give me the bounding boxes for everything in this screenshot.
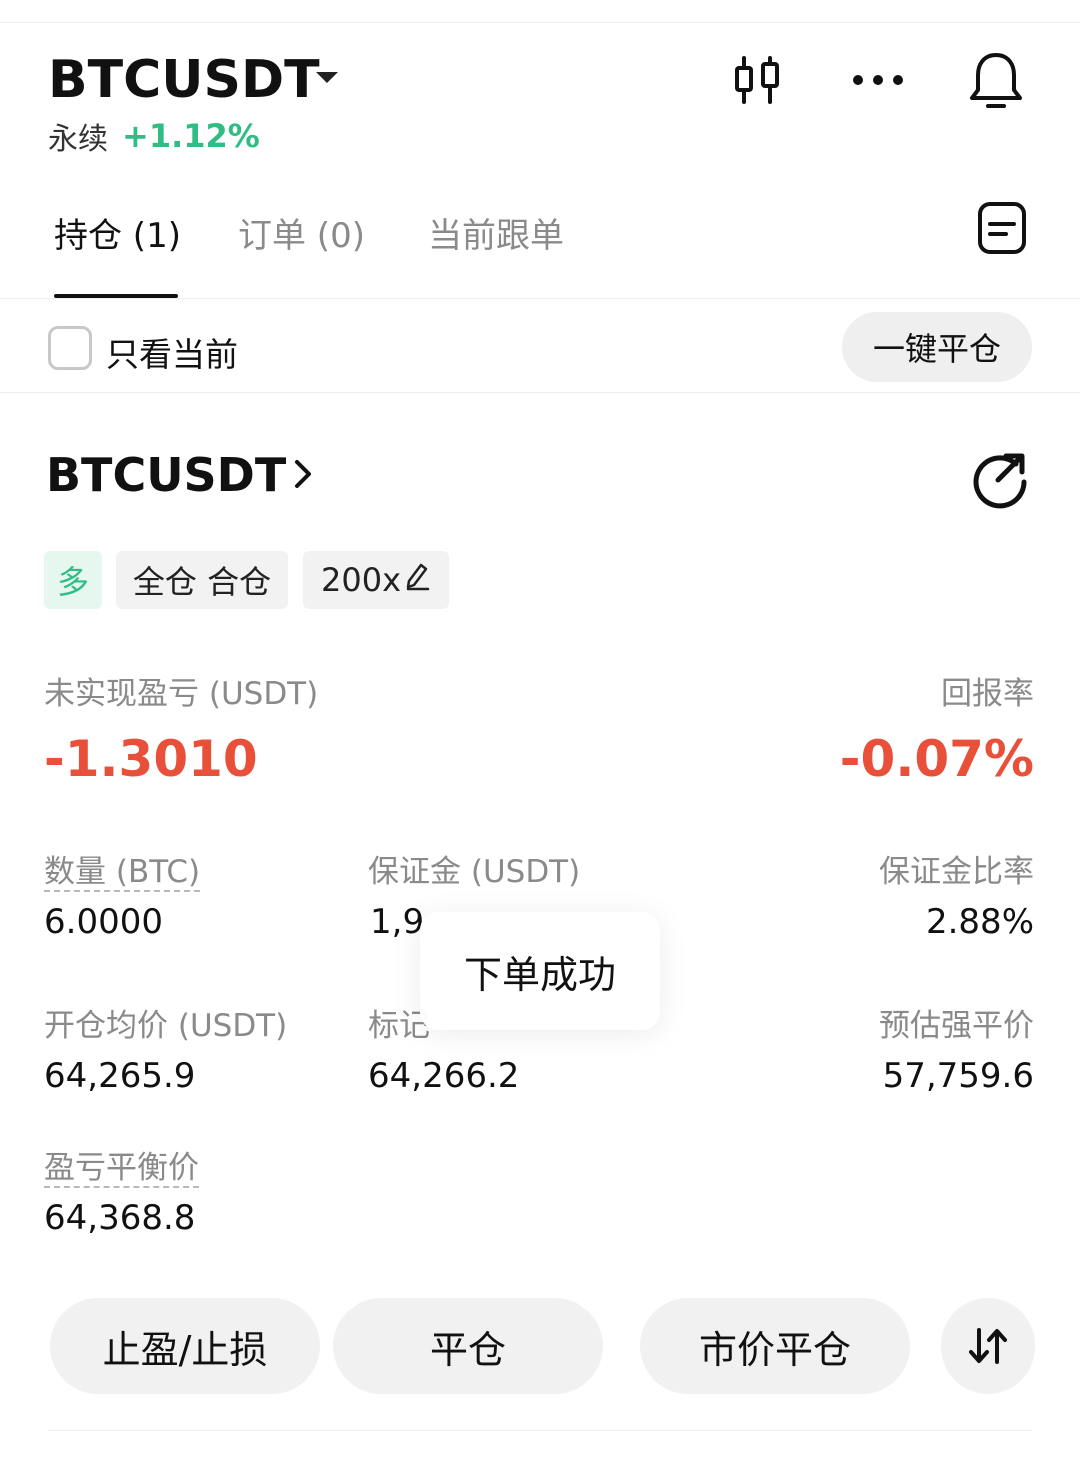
tabs-divider xyxy=(0,298,1080,299)
order-success-toast: 下单成功 xyxy=(420,912,660,1030)
breakeven-price-value: 64,368.8 xyxy=(44,1198,196,1238)
close-position-button[interactable]: 平仓 xyxy=(333,1298,603,1394)
leverage-value: 200x xyxy=(320,561,401,599)
edit-icon xyxy=(406,563,430,591)
entry-price-value: 64,265.9 xyxy=(44,1056,196,1096)
reverse-position-button[interactable] xyxy=(941,1298,1035,1394)
document-icon[interactable] xyxy=(976,200,1028,256)
symbol-dropdown-icon[interactable] xyxy=(316,72,338,83)
position-symbol[interactable]: BTCUSDT xyxy=(46,448,286,502)
symbol-title[interactable]: BTCUSDT xyxy=(48,50,320,110)
side-tag-long: 多 xyxy=(44,551,102,609)
entry-price-label: 开仓均价 (USDT) xyxy=(44,1008,288,1044)
more-icon[interactable] xyxy=(848,50,908,110)
leverage-tag[interactable]: 200x xyxy=(303,551,449,609)
quantity-label[interactable]: 数量 (BTC) xyxy=(44,846,200,891)
liquidation-price-label: 预估强平价 xyxy=(879,1008,1034,1044)
share-icon[interactable] xyxy=(968,446,1032,510)
unrealized-pnl-label: 未实现盈亏 (USDT) xyxy=(44,676,319,712)
price-change-percent: +1.12% xyxy=(122,117,260,155)
only-current-checkbox[interactable] xyxy=(48,326,92,370)
tp-sl-button[interactable]: 止盈/止损 xyxy=(50,1298,320,1394)
unrealized-pnl-value: -1.3010 xyxy=(44,730,258,788)
close-all-button[interactable]: 一键平仓 xyxy=(842,312,1032,382)
quantity-value: 6.0000 xyxy=(44,902,163,942)
swap-vertical-icon xyxy=(969,1328,1007,1364)
roe-label: 回报率 xyxy=(941,676,1034,712)
bell-icon[interactable] xyxy=(966,50,1026,110)
market-close-button[interactable]: 市价平仓 xyxy=(640,1298,910,1394)
liquidation-price-value: 57,759.6 xyxy=(882,1056,1034,1096)
top-divider xyxy=(0,22,1080,23)
chevron-right-icon[interactable] xyxy=(290,458,316,490)
margin-mode-tag[interactable]: 全仓 合仓 xyxy=(116,551,288,609)
margin-value: 1,9 xyxy=(370,902,425,942)
filter-divider xyxy=(0,392,1080,393)
roe-value: -0.07% xyxy=(839,730,1034,788)
contract-type-label: 永续 xyxy=(48,122,108,157)
bottom-divider xyxy=(48,1430,1032,1431)
tab-orders[interactable]: 订单 (0) xyxy=(238,208,365,257)
mark-price-value: 64,266.2 xyxy=(368,1056,520,1096)
margin-label: 保证金 (USDT) xyxy=(368,854,581,890)
candlestick-chart-icon[interactable] xyxy=(728,50,788,110)
symbol-subtitle: 永续 +1.12% xyxy=(48,114,260,158)
margin-ratio-label: 保证金比率 xyxy=(879,854,1034,890)
tab-positions[interactable]: 持仓 (1) xyxy=(54,208,181,257)
only-current-label[interactable]: 只看当前 xyxy=(106,328,238,376)
margin-ratio-value: 2.88% xyxy=(925,902,1034,942)
tab-copy-trading[interactable]: 当前跟单 xyxy=(428,208,564,257)
breakeven-price-label[interactable]: 盈亏平衡价 xyxy=(44,1142,199,1187)
